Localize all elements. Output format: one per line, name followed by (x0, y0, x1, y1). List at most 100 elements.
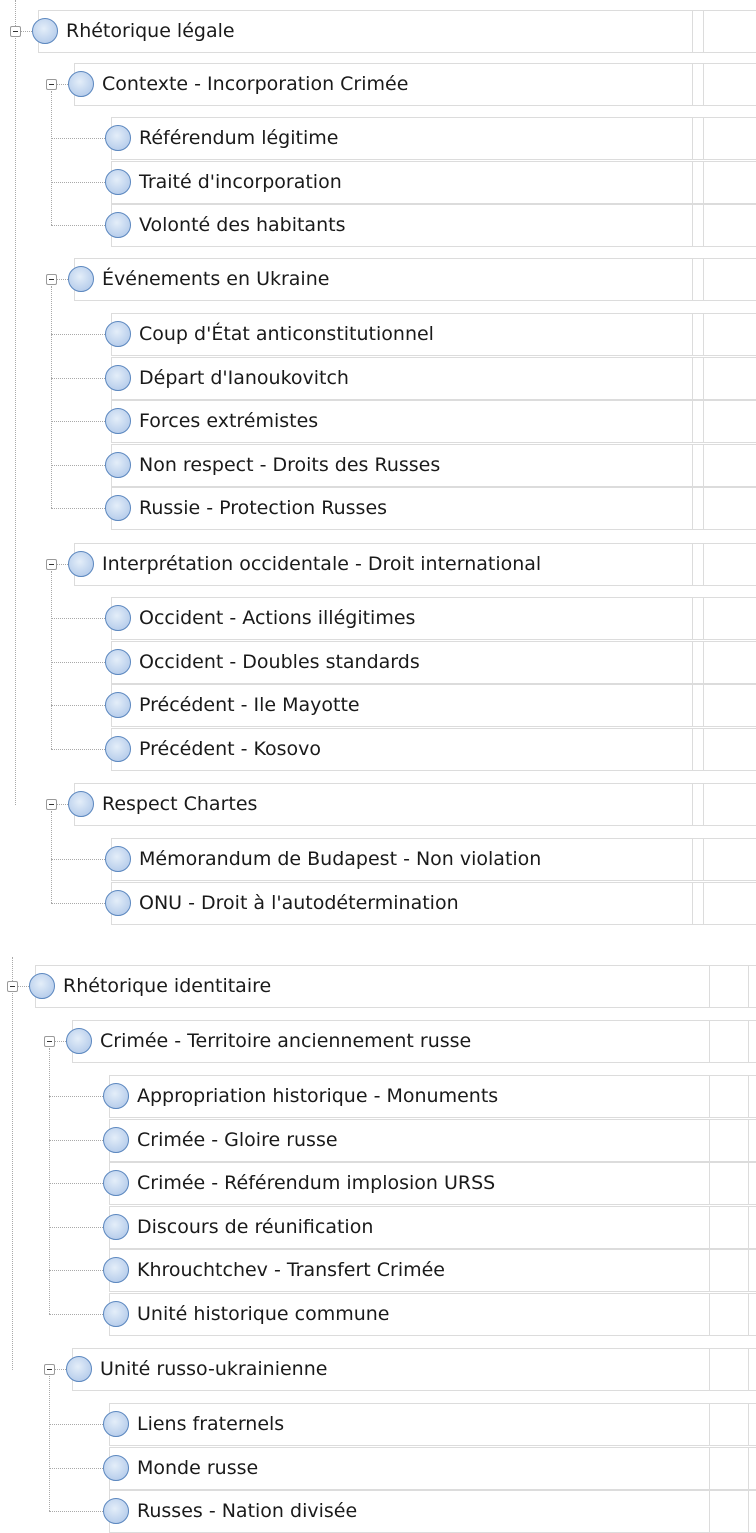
collapse-toggle-icon[interactable] (46, 79, 57, 90)
node-circle-icon (103, 1498, 129, 1524)
node-label: Mémorandum de Budapest - Non violation (139, 848, 542, 870)
node-circle-icon (105, 846, 131, 872)
column-separator (692, 783, 693, 826)
collapse-toggle-icon[interactable] (7, 981, 18, 992)
tree-row-group[interactable]: Respect Chartes (0, 783, 756, 826)
tree-row-leaf[interactable]: Volonté des habitants (0, 204, 756, 247)
tree-connector (51, 705, 105, 706)
node-label: Précédent - Ile Mayotte (139, 694, 360, 716)
tree-row-group[interactable]: Interprétation occidentale - Droit inter… (0, 543, 756, 586)
tree-connector (51, 465, 105, 466)
node-circle-icon (105, 408, 131, 434)
node-circle-icon (105, 212, 131, 238)
tree-row-leaf[interactable]: Forces extrémistes (0, 400, 756, 443)
node-circle-icon (105, 692, 131, 718)
node-circle-icon (32, 18, 58, 44)
tree-row-leaf[interactable]: Occident - Doubles standards (0, 641, 756, 684)
column-separator (709, 1293, 710, 1336)
tree-row-leaf[interactable]: Occident - Actions illégitimes (0, 597, 756, 640)
column-separator (703, 204, 704, 247)
column-separator (709, 1162, 710, 1205)
tree-row-leaf[interactable]: Précédent - Ile Mayotte (0, 684, 756, 727)
tree-row-leaf[interactable]: Coup d'État anticonstitutionnel (0, 313, 756, 356)
tree-row-leaf[interactable]: Mémorandum de Budapest - Non violation (0, 838, 756, 881)
tree-connector (51, 859, 105, 860)
tree-row-leaf[interactable]: Non respect - Droits des Russes (0, 444, 756, 487)
column-separator (703, 882, 704, 925)
collapse-toggle-icon[interactable] (46, 274, 57, 285)
column-separator (692, 10, 693, 53)
tree-row-leaf[interactable]: Crimée - Gloire russe (0, 1119, 756, 1162)
node-label: Unité historique commune (137, 1303, 390, 1325)
node-label: Monde russe (137, 1457, 259, 1479)
tree-row-group[interactable]: Contexte - Incorporation Crimée (0, 63, 756, 106)
node-label: Départ d'Ianoukovitch (139, 367, 349, 389)
column-separator (748, 1447, 749, 1490)
tree-connector (49, 1270, 103, 1271)
tree-row-leaf[interactable]: Traité d'incorporation (0, 161, 756, 204)
collapse-toggle-icon[interactable] (46, 559, 57, 570)
tree-row-leaf[interactable]: ONU - Droit à l'autodétermination (0, 882, 756, 925)
tree-row-leaf[interactable]: Unité historique commune (0, 1293, 756, 1336)
node-circle-icon (103, 1083, 129, 1109)
node-label: Non respect - Droits des Russes (139, 454, 441, 476)
tree-connector (51, 421, 105, 422)
tree-connector (51, 334, 105, 335)
node-label: Discours de réunification (137, 1216, 374, 1238)
node-circle-icon (29, 973, 55, 999)
column-separator (703, 63, 704, 106)
node-label: Occident - Doubles standards (139, 651, 420, 673)
tree-row-group[interactable]: Crimée - Territoire anciennement russe (0, 1020, 756, 1063)
node-label: Événements en Ukraine (102, 268, 330, 290)
column-separator (709, 1075, 710, 1118)
tree-row-leaf[interactable]: Khrouchtchev - Transfert Crimée (0, 1249, 756, 1292)
node-circle-icon (103, 1257, 129, 1283)
node-label: Crimée - Référendum implosion URSS (137, 1172, 496, 1194)
tree-row-leaf[interactable]: Russes - Nation divisée (0, 1490, 756, 1533)
tree-row-leaf[interactable]: Liens fraternels (0, 1403, 756, 1446)
tree-row-leaf[interactable]: Départ d'Ianoukovitch (0, 357, 756, 400)
column-separator (692, 641, 693, 684)
tree-row-leaf[interactable]: Appropriation historique - Monuments (0, 1075, 756, 1118)
node-label: Traité d'incorporation (139, 171, 342, 193)
node-circle-icon (68, 266, 94, 292)
tree-row-root[interactable]: Rhétorique légale (0, 10, 756, 53)
collapse-toggle-icon[interactable] (46, 799, 57, 810)
tree-connector (49, 1140, 103, 1141)
node-circle-icon (66, 1356, 92, 1382)
column-separator (709, 1020, 710, 1063)
node-circle-icon (103, 1411, 129, 1437)
node-circle-icon (105, 365, 131, 391)
column-separator (692, 684, 693, 727)
tree-connector (49, 1227, 103, 1228)
node-circle-icon (105, 495, 131, 521)
column-separator (748, 1348, 749, 1391)
tree-row-leaf[interactable]: Monde russe (0, 1447, 756, 1490)
tree-connector (51, 225, 105, 226)
tree-row-group[interactable]: Événements en Ukraine (0, 258, 756, 301)
column-separator (692, 543, 693, 586)
tree-row-group[interactable]: Unité russo-ukrainienne (0, 1348, 756, 1391)
tree-row-leaf[interactable]: Discours de réunification (0, 1206, 756, 1249)
node-label: Respect Chartes (102, 793, 258, 815)
column-separator (692, 117, 693, 160)
node-circle-icon (105, 452, 131, 478)
node-circle-icon (105, 321, 131, 347)
node-circle-icon (68, 551, 94, 577)
tree-row-leaf[interactable]: Crimée - Référendum implosion URSS (0, 1162, 756, 1205)
node-label: Coup d'État anticonstitutionnel (139, 323, 434, 345)
collapse-toggle-icon[interactable] (44, 1364, 55, 1375)
node-circle-icon (105, 605, 131, 631)
column-separator (703, 258, 704, 301)
tree-row-root[interactable]: Rhétorique identitaire (0, 965, 756, 1008)
collapse-toggle-icon[interactable] (44, 1036, 55, 1047)
tree-row-leaf[interactable]: Référendum légitime (0, 117, 756, 160)
node-label: Russes - Nation divisée (137, 1500, 358, 1522)
collapse-toggle-icon[interactable] (10, 26, 21, 37)
column-separator (703, 597, 704, 640)
node-circle-icon (66, 1028, 92, 1054)
tree-row-leaf[interactable]: Russie - Protection Russes (0, 487, 756, 530)
tree-row-leaf[interactable]: Précédent - Kosovo (0, 728, 756, 771)
node-label: Occident - Actions illégitimes (139, 607, 416, 629)
column-separator (703, 117, 704, 160)
